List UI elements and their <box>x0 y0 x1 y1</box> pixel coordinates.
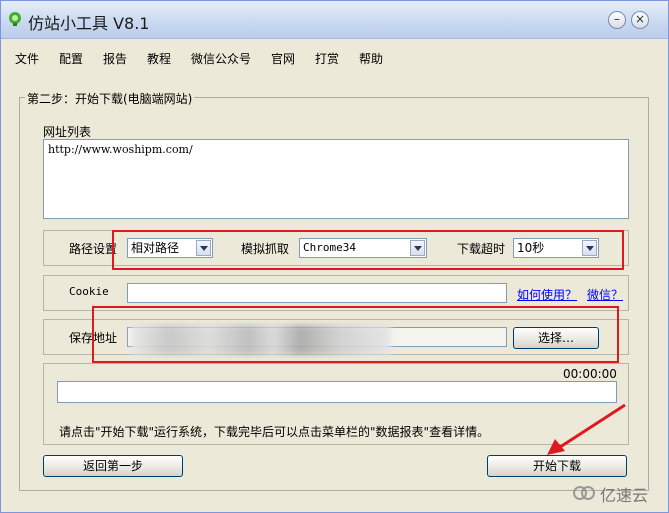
minimize-button[interactable]: – <box>608 11 626 29</box>
app-icon <box>9 12 21 26</box>
title-bar[interactable]: 仿站小工具 V8.1 – × <box>1 1 668 39</box>
download-progress-bar <box>57 381 617 403</box>
cloud-icon <box>573 486 595 500</box>
path-label: 路径设置 <box>69 242 118 256</box>
menu-config[interactable]: 配置 <box>59 50 83 67</box>
how-to-use-link[interactable]: 如何使用？ <box>517 286 577 303</box>
menu-bar: 文件 配置 报告 教程 微信公众号 官网 打赏 帮助 <box>1 45 668 69</box>
watermark-logo: 亿速云 <box>572 478 662 506</box>
annotation-highlight-save <box>92 306 619 363</box>
annotation-arrow-icon <box>547 403 626 455</box>
elapsed-time: 00:00:00 <box>563 367 617 381</box>
menu-file[interactable]: 文件 <box>15 50 39 67</box>
group-title: 第二步：开始下载(电脑端网站) <box>25 90 195 107</box>
cookie-label: Cookie <box>69 285 109 298</box>
menu-report[interactable]: 报告 <box>103 50 127 67</box>
status-message: 请点击"开始下载"运行系统，下载完毕后可以点击菜单栏的"数据报表"查看详情。 <box>59 425 490 439</box>
annotation-highlight-options <box>112 230 624 270</box>
url-list-label: 网址列表 <box>43 125 92 139</box>
menu-donate[interactable]: 打赏 <box>315 50 339 67</box>
url-list-textarea[interactable]: http://www.woshipm.com/ <box>43 139 629 219</box>
watermark-text: 亿速云 <box>600 486 649 505</box>
app-window: 仿站小工具 V8.1 – × 文件 配置 报告 教程 微信公众号 官网 打赏 帮… <box>0 0 669 513</box>
close-button[interactable]: × <box>631 11 649 29</box>
wechat-link[interactable]: 微信？ <box>587 286 623 303</box>
menu-help[interactable]: 帮助 <box>359 50 383 67</box>
menu-tutorial[interactable]: 教程 <box>147 50 171 67</box>
window-title: 仿站小工具 V8.1 <box>28 14 150 33</box>
menu-website[interactable]: 官网 <box>271 50 295 67</box>
menu-wechat[interactable]: 微信公众号 <box>191 50 251 67</box>
start-download-button[interactable]: 开始下载 <box>487 455 627 477</box>
back-button[interactable]: 返回第一步 <box>43 455 183 477</box>
cookie-input[interactable] <box>127 283 507 303</box>
